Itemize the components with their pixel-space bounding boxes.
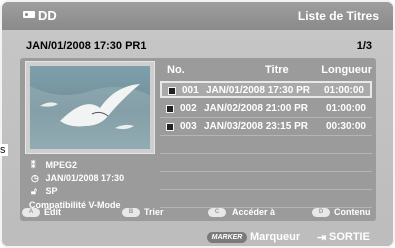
color-button-bar: A Édit B Trier C Accéder à D Contenu — [22, 207, 376, 219]
column-no: No. — [167, 64, 185, 76]
exit-icon[interactable]: ⇥ — [317, 231, 326, 244]
row-length: 01:00:00 — [323, 85, 364, 96]
key-d[interactable]: D — [312, 208, 330, 217]
seagull-image — [30, 84, 150, 149]
key-c[interactable]: C — [208, 208, 226, 217]
title-bar: DD Liste de Titres — [2, 2, 393, 30]
preview-thumbnail — [30, 66, 150, 149]
marker-key[interactable]: MARKER — [207, 232, 247, 243]
date-row: ◷ JAN/01/2008 17:30 — [31, 173, 124, 185]
lock-icon: 🔓︎ — [31, 186, 37, 196]
row-number: 002 — [180, 103, 197, 114]
row-title: JAN/02/2008 21:00 PR — [204, 103, 308, 114]
row-number: 003 — [180, 121, 197, 132]
empty-row — [160, 137, 372, 154]
checkbox-icon — [166, 105, 174, 113]
row-length: 01:00:00 — [325, 103, 366, 114]
screen-title: Liste de Titres — [297, 9, 379, 23]
row-length: 00:30:00 — [325, 121, 366, 132]
title-row[interactable]: 003 JAN/03/2008 23:15 PR 00:30:00 — [160, 119, 372, 136]
empty-row — [160, 191, 372, 208]
edit-label[interactable]: Édit — [44, 207, 61, 217]
row-number: 001 — [182, 85, 199, 96]
film-icon: ⁑ — [31, 160, 36, 170]
footer-bar: MARKER Marqueur ⇥ SORTIE — [2, 228, 393, 246]
title-row[interactable]: 001 JAN/01/2008 17:30 PR 01:00:00 — [160, 81, 372, 98]
row-title: JAN/01/2008 17:30 PR — [206, 85, 310, 96]
format-row: ⁑ MPEG2 — [31, 160, 77, 172]
checkbox-icon — [168, 87, 176, 95]
marker-label[interactable]: Marqueur — [250, 231, 300, 243]
page-indicator: 1/3 — [356, 40, 372, 52]
title-list-screen: DD Liste de Titres JAN/01/2008 17:30 PR1… — [0, 0, 395, 248]
checkbox-icon — [166, 123, 174, 131]
selected-title-info: JAN/01/2008 17:30 PR1 — [26, 40, 147, 52]
device-label: DD — [38, 8, 57, 23]
format-value: MPEG2 — [45, 160, 78, 170]
exit-label[interactable]: SORTIE — [329, 231, 370, 243]
content-label[interactable]: Contenu — [334, 207, 371, 217]
quality-value: SP — [45, 186, 58, 196]
preview-frame — [25, 61, 155, 154]
empty-row — [160, 173, 372, 190]
sort-label[interactable]: Trier — [144, 207, 164, 217]
date-value: JAN/01/2008 17:30 — [45, 173, 125, 183]
key-b[interactable]: B — [122, 208, 140, 217]
empty-row — [160, 155, 372, 172]
quality-row: 🔓︎ SP — [31, 186, 58, 198]
disc-drive-icon — [23, 11, 35, 18]
column-length: Longueur — [321, 64, 372, 76]
key-a[interactable]: A — [22, 208, 40, 217]
content-panel: ⁑ MPEG2 ◷ JAN/01/2008 17:30 🔓︎ SP Compat… — [20, 58, 376, 221]
row-title: JAN/03/2008 23:15 PR — [204, 121, 308, 132]
clock-icon: ◷ — [31, 173, 39, 183]
title-row[interactable]: 002 JAN/02/2008 21:00 PR 01:00:00 — [160, 101, 372, 118]
column-title: Titre — [265, 64, 289, 76]
selected-title-bar: JAN/01/2008 17:30 PR1 1/3 — [20, 36, 376, 56]
edge-fragment-text: s — [0, 144, 8, 156]
list-header: No. Titre Longueur — [165, 64, 376, 78]
goto-label[interactable]: Accéder à — [232, 207, 275, 217]
